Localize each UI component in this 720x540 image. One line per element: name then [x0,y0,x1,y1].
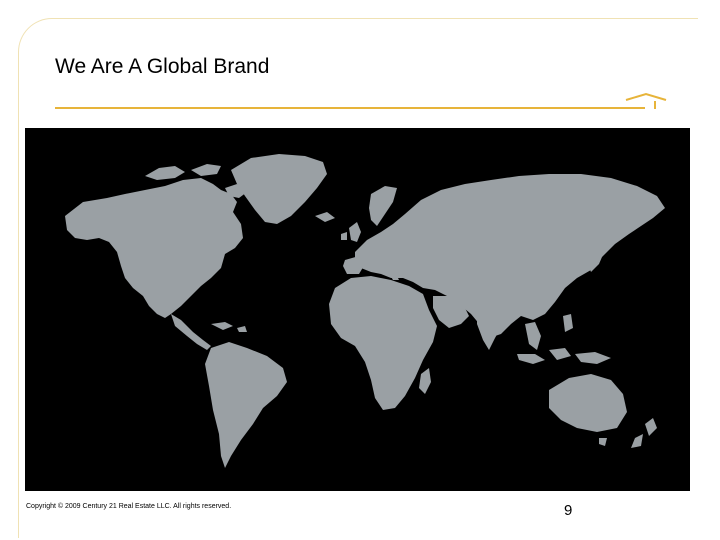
title-underline [55,107,645,109]
slide-title: We Are A Global Brand [55,55,270,78]
world-map [25,128,690,491]
house-roof-icon [625,92,667,109]
page-number: 9 [564,502,573,519]
slide: We Are A Global Brand Copyright © 2009 C… [0,0,720,540]
copyright-notice: Copyright © 2009 Century 21 Real Estate … [26,503,232,510]
world-map-graphic [25,128,690,491]
